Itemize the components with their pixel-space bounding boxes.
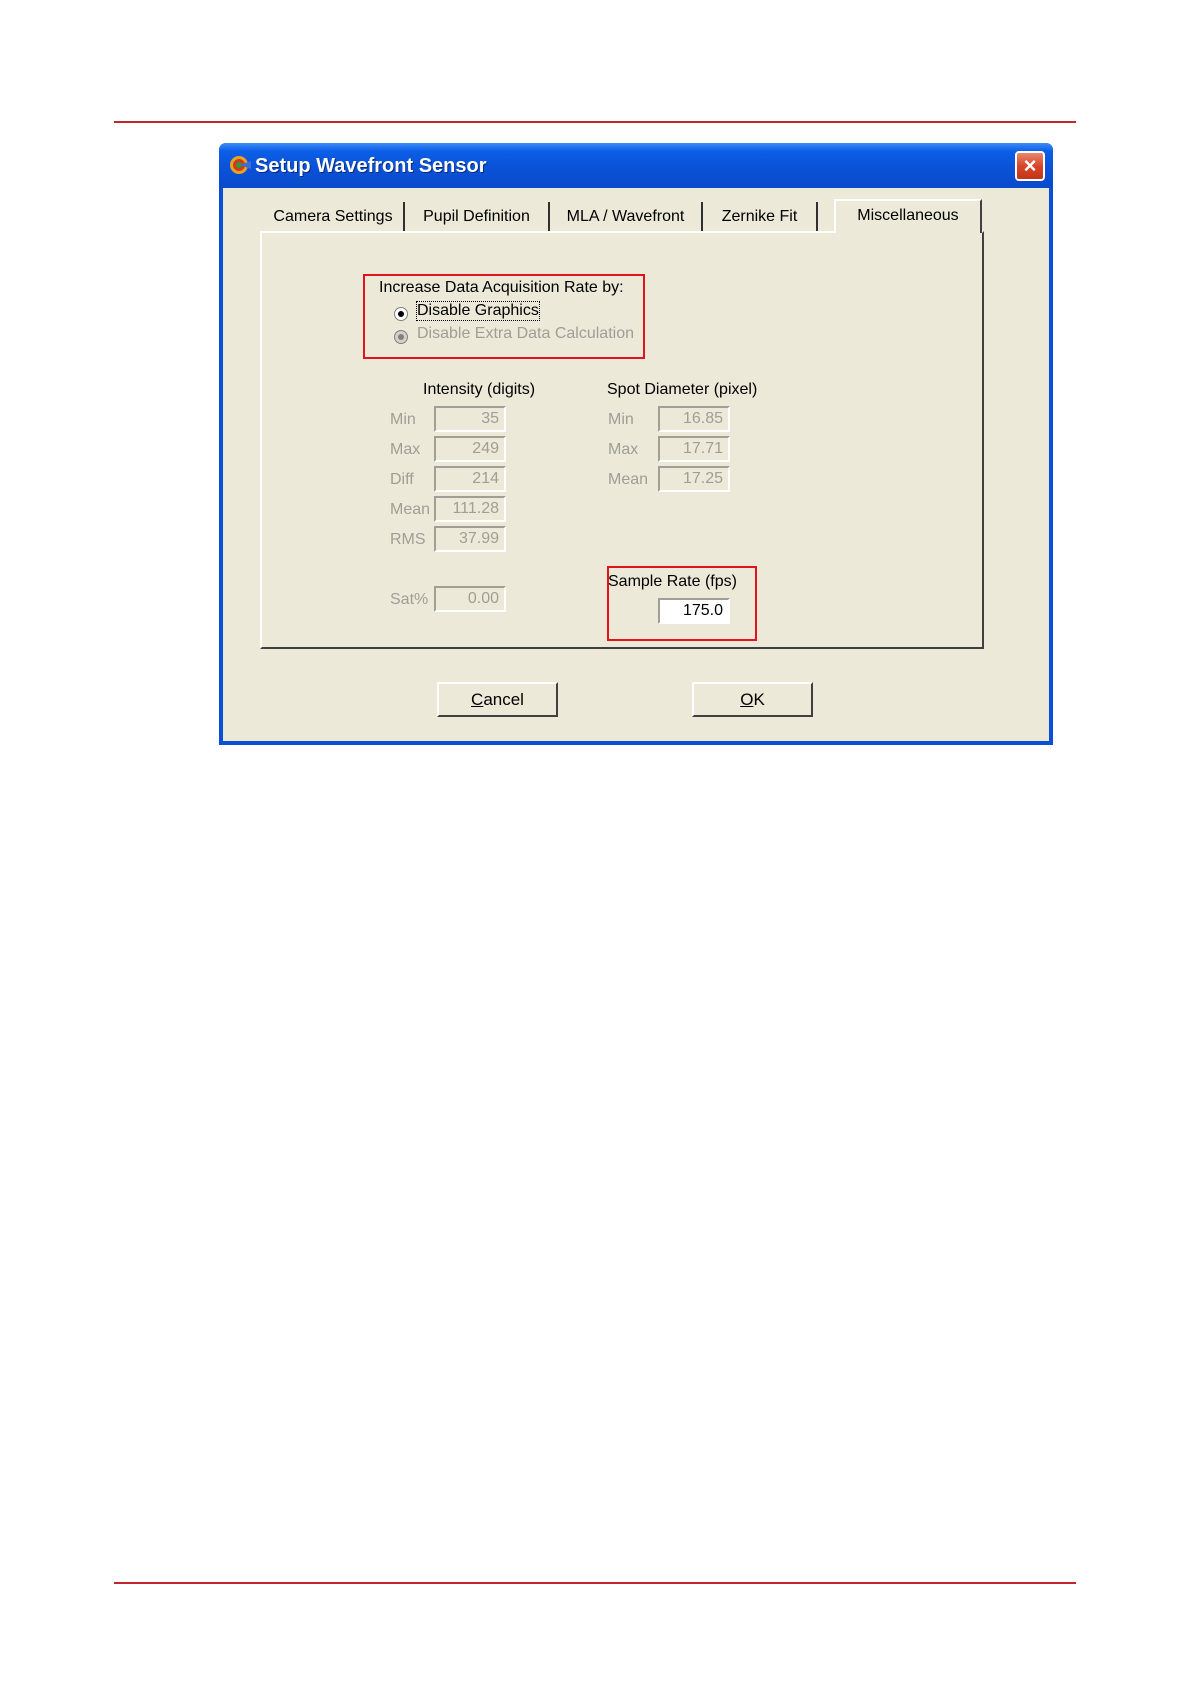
spot-max-label: Max [608,441,639,458]
intensity-max-label: Max [390,441,421,458]
tab-zernike-fit[interactable]: Zernike Fit [703,202,818,231]
disable-extra-calc-label: Disable Extra Data Calculation [417,325,634,342]
sample-rate-label: Sample Rate (fps) [608,573,737,590]
setup-wavefront-sensor-dialog: Setup Wavefront Sensor × Camera Settings… [219,143,1053,745]
intensity-rms-label: RMS [390,531,426,548]
saturation-label: Sat% [390,591,429,608]
tab-camera-settings[interactable]: Camera Settings [263,202,405,231]
tab-pupil-definition[interactable]: Pupil Definition [405,202,550,231]
page-footer-rule [114,1582,1076,1584]
sample-rate-field[interactable]: 175.0 [658,598,730,624]
spot-min-label: Min [608,411,634,428]
acquisition-heading: Increase Data Acquisition Rate by: [379,279,624,296]
miscellaneous-panel: Increase Data Acquisition Rate by: Disab… [260,231,984,649]
radio-disable-graphics[interactable] [394,307,408,321]
ok-label: K [753,690,765,709]
intensity-mean-label: Mean [390,501,431,518]
ok-mnemonic: O [740,690,754,709]
dialog-client-area: Camera Settings Pupil Definition MLA / W… [223,188,1049,741]
intensity-min-label: Min [390,411,416,428]
intensity-mean-field: 111.28 [434,496,506,522]
intensity-rms-field: 37.99 [434,526,506,552]
title-bar[interactable]: Setup Wavefront Sensor × [219,143,1053,188]
intensity-heading: Intensity (digits) [423,381,536,398]
cancel-button[interactable]: Cancel [437,682,558,717]
cancel-label: ancel [483,690,524,709]
app-icon [230,156,251,174]
close-button[interactable]: × [1015,151,1045,181]
radio-disable-extra-calc[interactable] [394,330,408,344]
saturation-field: 0.00 [434,586,506,612]
page-header-rule [114,121,1076,123]
disable-graphics-label[interactable]: Disable Graphics [416,301,540,321]
spot-min-field: 16.85 [658,406,730,432]
intensity-diff-label: Diff [390,471,414,488]
intensity-min-field: 35 [434,406,506,432]
spot-diameter-heading: Spot Diameter (pixel) [607,381,758,398]
intensity-diff-field: 214 [434,466,506,492]
ok-button[interactable]: OK [692,682,813,717]
tab-miscellaneous[interactable]: Miscellaneous [834,199,982,233]
spot-mean-field: 17.25 [658,466,730,492]
cancel-mnemonic: C [471,690,484,709]
spot-max-field: 17.71 [658,436,730,462]
spot-mean-label: Mean [608,471,649,488]
tab-mla-wavefront[interactable]: MLA / Wavefront [550,202,703,231]
intensity-max-field: 249 [434,436,506,462]
window-title: Setup Wavefront Sensor [255,155,487,177]
